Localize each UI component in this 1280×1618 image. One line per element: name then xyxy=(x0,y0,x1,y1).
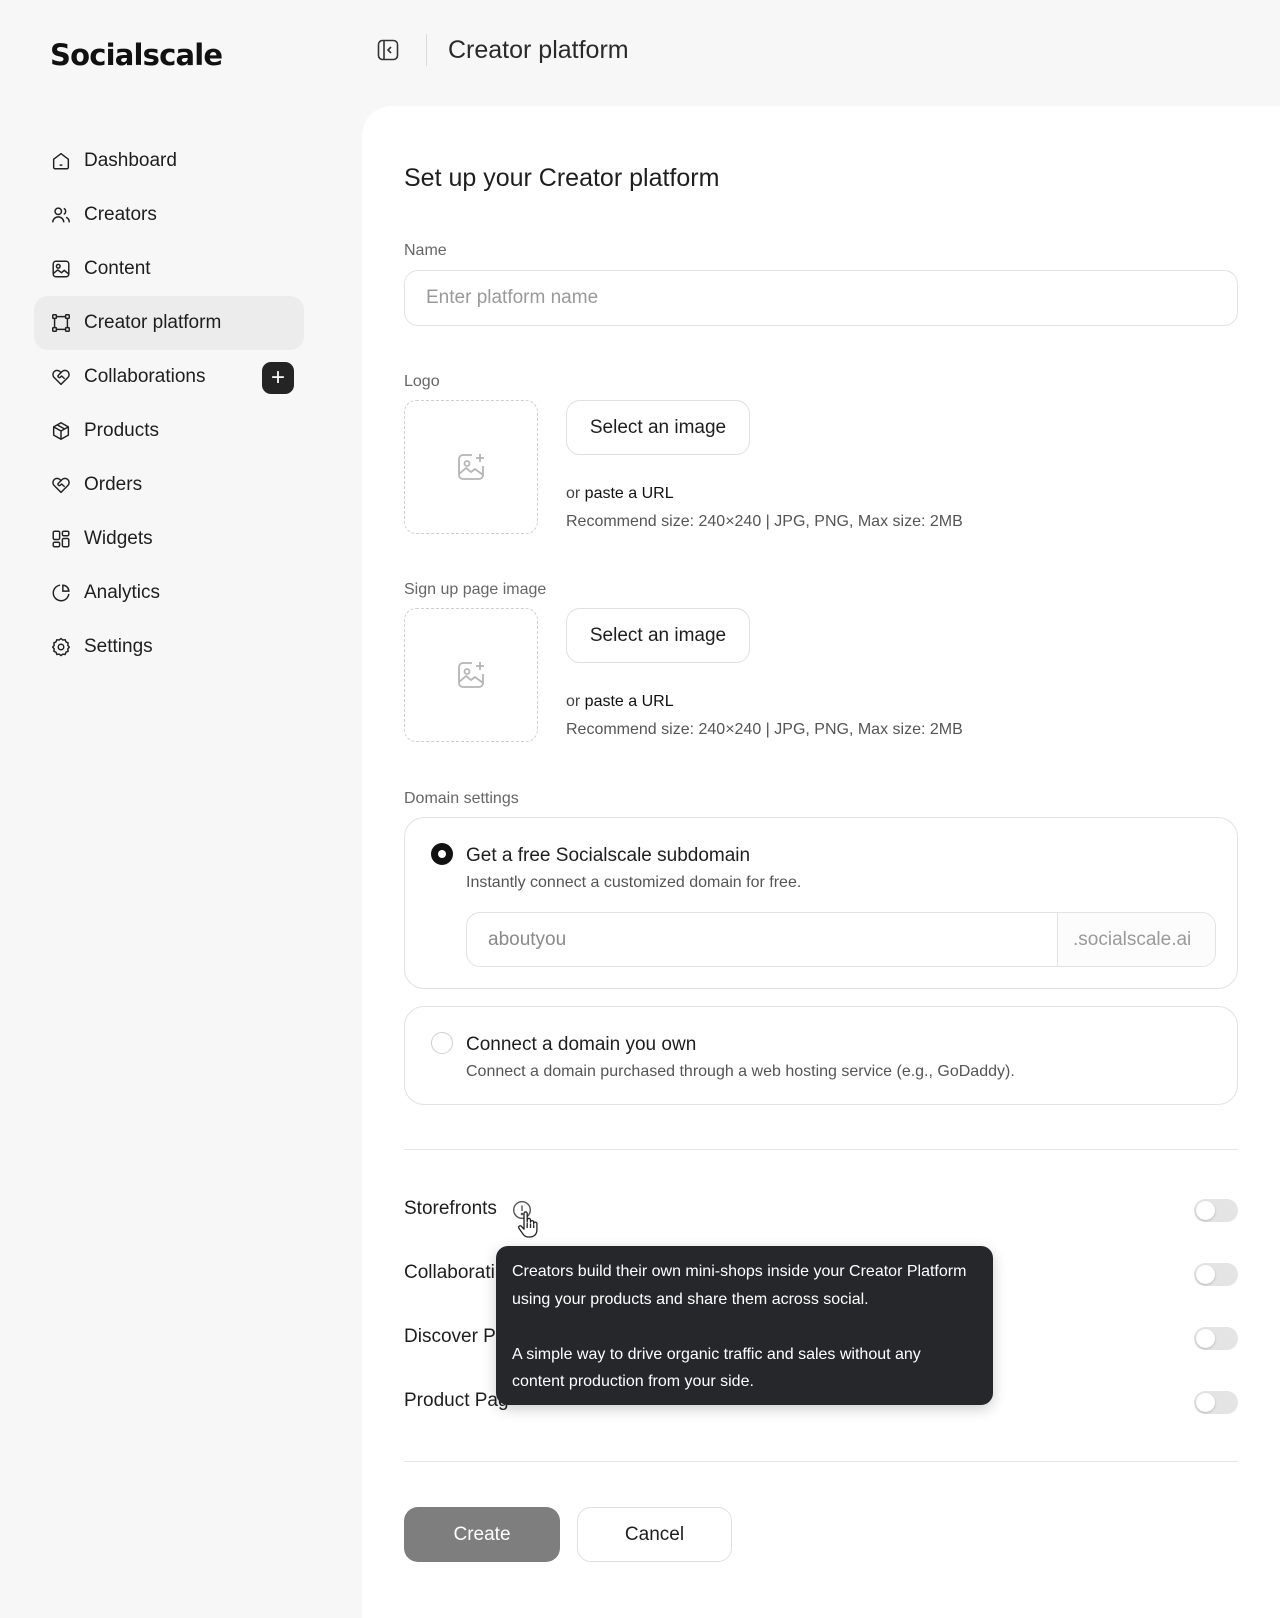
add-image-icon xyxy=(458,454,484,480)
storefronts-toggle[interactable] xyxy=(1194,1199,1238,1222)
logo-paste-url-link[interactable]: paste a URL xyxy=(585,485,674,502)
collaborations-toggle[interactable] xyxy=(1194,1263,1238,1286)
users-icon xyxy=(50,204,72,226)
paste-prefix: or xyxy=(566,485,585,502)
sidebar-item-products[interactable]: Products xyxy=(34,404,304,458)
pointer-cursor-icon xyxy=(516,1211,540,1239)
frame-icon xyxy=(50,312,72,334)
image-icon xyxy=(50,258,72,280)
sidebar-item-creator-platform[interactable]: Creator platform xyxy=(34,296,304,350)
sidebar-item-analytics[interactable]: Analytics xyxy=(34,566,304,620)
handshake-icon xyxy=(50,474,72,496)
sidebar-item-creators[interactable]: Creators xyxy=(34,188,304,242)
own-domain-radio[interactable] xyxy=(431,1032,453,1054)
gear-icon xyxy=(50,636,72,658)
sidebar-item-collaborations[interactable]: Collaborations + xyxy=(34,350,304,404)
sidebar-item-content[interactable]: Content xyxy=(34,242,304,296)
pie-chart-icon xyxy=(50,582,72,604)
section-divider xyxy=(404,1149,1238,1150)
form-title: Set up your Creator platform xyxy=(404,164,720,192)
discover-toggle[interactable] xyxy=(1194,1327,1238,1350)
box-icon xyxy=(50,420,72,442)
sidebar-item-widgets[interactable]: Widgets xyxy=(34,512,304,566)
domain-option-subdomain[interactable]: Get a free Socialscale subdomain Instant… xyxy=(404,817,1238,989)
handshake-icon xyxy=(50,366,72,388)
sidebar-item-settings[interactable]: Settings xyxy=(34,620,304,674)
subdomain-suffix: .socialscale.ai xyxy=(1057,913,1215,966)
domain-option-own-domain[interactable]: Connect a domain you own Connect a domai… xyxy=(404,1006,1238,1105)
logo-hint: Recommend size: 240×240 | JPG, PNG, Max … xyxy=(566,513,963,530)
sidebar-item-dashboard[interactable]: Dashboard xyxy=(34,134,304,188)
product-pages-toggle[interactable] xyxy=(1194,1391,1238,1414)
home-icon xyxy=(50,150,72,172)
sidebar-item-label: Products xyxy=(84,420,159,441)
signup-paste-url-link[interactable]: paste a URL xyxy=(585,693,674,710)
sidebar-item-label: Dashboard xyxy=(84,150,177,171)
sidebar-item-label: Settings xyxy=(84,636,153,657)
tooltip-paragraph: A simple way to drive organic traffic an… xyxy=(512,1345,921,1391)
sidebar-item-label: Content xyxy=(84,258,151,279)
sidebar-item-orders[interactable]: Orders xyxy=(34,458,304,512)
domain-settings-label: Domain settings xyxy=(404,790,519,807)
platform-name-input[interactable]: Enter platform name xyxy=(404,270,1238,326)
subdomain-input[interactable]: aboutyou .socialscale.ai xyxy=(466,912,1216,967)
grid-icon xyxy=(50,528,72,550)
signup-image-label: Sign up page image xyxy=(404,581,547,598)
feature-label-discover: Discover P xyxy=(404,1326,496,1347)
feature-label-product-pages: Product Pag xyxy=(404,1390,509,1411)
subdomain-value: aboutyou xyxy=(488,929,567,950)
storefronts-tooltip: Creators build their own mini-shops insi… xyxy=(496,1246,993,1405)
sidebar-item-label: Creator platform xyxy=(84,312,222,333)
section-divider xyxy=(404,1461,1238,1462)
sidebar-item-label: Widgets xyxy=(84,528,153,549)
signup-select-image-button[interactable]: Select an image xyxy=(566,608,750,663)
signup-hint: Recommend size: 240×240 | JPG, PNG, Max … xyxy=(566,721,963,738)
cancel-button[interactable]: Cancel xyxy=(577,1507,732,1562)
paste-prefix: or xyxy=(566,693,585,710)
logo-select-image-button[interactable]: Select an image xyxy=(566,400,750,455)
sidebar-item-label: Creators xyxy=(84,204,157,225)
option-title: Get a free Socialscale subdomain xyxy=(466,845,751,866)
option-description: Connect a domain purchased through a web… xyxy=(466,1063,1015,1080)
brand-logo: Socialscale xyxy=(50,38,223,72)
add-image-icon xyxy=(458,662,484,688)
add-collaboration-button[interactable]: + xyxy=(262,362,294,394)
sidebar-item-label: Collaborations xyxy=(84,366,206,387)
logo-paste-url: or paste a URL xyxy=(566,485,674,503)
feature-label-storefronts: Storefronts xyxy=(404,1198,497,1219)
option-title: Connect a domain you own xyxy=(466,1034,697,1055)
feature-label-collaborations: Collaborati xyxy=(404,1262,495,1283)
subdomain-radio[interactable] xyxy=(431,843,453,865)
header-divider xyxy=(426,34,427,66)
name-label: Name xyxy=(404,242,447,259)
page-header-title: Creator platform xyxy=(448,36,629,64)
sidebar-toggle-icon[interactable] xyxy=(376,38,400,62)
signup-image-dropzone[interactable] xyxy=(404,608,538,742)
logo-label: Logo xyxy=(404,373,440,390)
sidebar-item-label: Analytics xyxy=(84,582,161,603)
option-description: Instantly connect a customized domain fo… xyxy=(466,874,802,891)
create-button[interactable]: Create xyxy=(404,1507,560,1562)
tooltip-paragraph: Creators build their own mini-shops insi… xyxy=(512,1263,967,1308)
signup-paste-url: or paste a URL xyxy=(566,693,674,711)
logo-dropzone[interactable] xyxy=(404,400,538,534)
sidebar-nav: Dashboard Creators Content Creator platf… xyxy=(34,134,304,674)
sidebar-item-label: Orders xyxy=(84,474,143,495)
